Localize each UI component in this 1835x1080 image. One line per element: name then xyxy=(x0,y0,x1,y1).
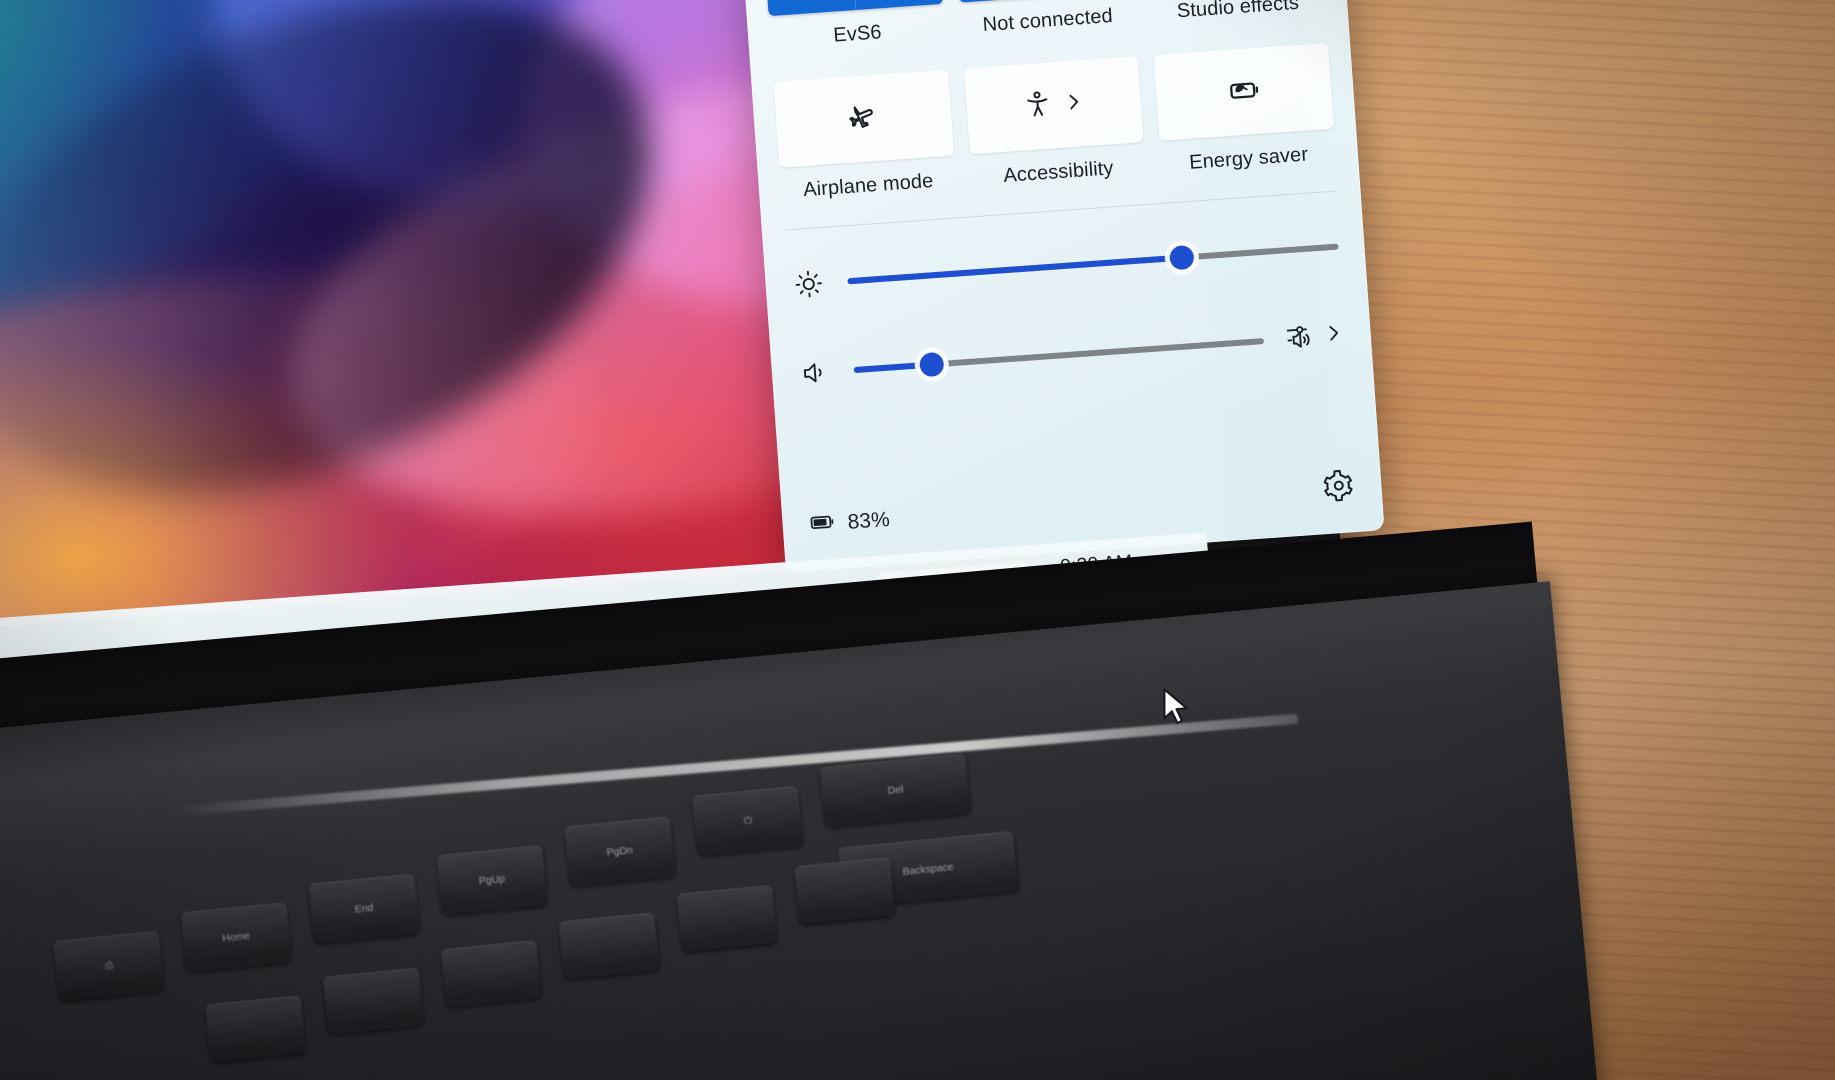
volume-slider[interactable] xyxy=(853,337,1265,377)
bluetooth-label: Not connected xyxy=(981,4,1114,37)
key-page-up[interactable]: PgUp xyxy=(436,845,548,916)
accessibility-label: Accessibility xyxy=(1002,157,1115,187)
tile-airplane-mode: Airplane mode xyxy=(773,69,956,204)
airplane-mode-tile[interactable] xyxy=(773,69,954,168)
key-row2-f[interactable] xyxy=(794,857,896,925)
chevron-right-icon xyxy=(1322,321,1346,349)
volume-thumb[interactable] xyxy=(918,351,945,377)
audio-output-selector[interactable] xyxy=(1285,317,1346,356)
wifi-toggle[interactable] xyxy=(763,0,856,16)
bluetooth-toggle[interactable] xyxy=(953,0,1046,3)
gear-icon[interactable] xyxy=(1321,468,1357,508)
key-row2-b[interactable] xyxy=(322,967,424,1035)
key-end[interactable]: End xyxy=(308,873,420,944)
brightness-icon xyxy=(791,268,827,300)
key-row2-c[interactable] xyxy=(440,940,542,1008)
brightness-slider[interactable] xyxy=(847,243,1339,285)
key-print-screen[interactable]: ⎙ xyxy=(53,930,165,1001)
key-row2-e[interactable] xyxy=(676,884,778,952)
energy-saver-label: Energy saver xyxy=(1188,143,1309,174)
accessibility-tile[interactable] xyxy=(963,56,1144,155)
energy-saver-tile[interactable] xyxy=(1153,42,1335,141)
tile-accessibility: Accessibility xyxy=(963,56,1147,190)
key-row2-d[interactable] xyxy=(558,912,660,980)
tile-studio-effects: Studio effects xyxy=(1143,0,1326,25)
brightness-fill xyxy=(847,254,1182,285)
bluetooth-tile[interactable] xyxy=(952,0,1134,3)
airplane-icon xyxy=(846,99,881,138)
airplane-mode-label: Airplane mode xyxy=(802,170,935,202)
battery-status[interactable]: 83% xyxy=(808,503,891,543)
photo-scene: EvS6 Not connected Studio effects Airpla… xyxy=(0,0,1835,1080)
wifi-tile[interactable] xyxy=(762,0,943,17)
battery-percent: 83% xyxy=(846,507,891,534)
battery-icon xyxy=(808,507,838,543)
brightness-slider-row xyxy=(787,231,1344,300)
studio-effects-label: Studio effects xyxy=(1176,0,1300,23)
energy-saver-icon xyxy=(1226,71,1263,112)
volume-slider-row xyxy=(793,317,1350,391)
key-delete[interactable]: Del xyxy=(819,753,971,828)
mouse-cursor xyxy=(1160,688,1194,735)
wifi-label: EvS6 xyxy=(832,21,883,47)
brightness-thumb[interactable] xyxy=(1168,244,1195,271)
tile-bluetooth: Not connected xyxy=(952,0,1136,39)
tile-energy-saver: Energy saver xyxy=(1153,42,1337,177)
volume-icon xyxy=(797,356,833,388)
audio-output-icon xyxy=(1285,319,1317,356)
quick-settings-panel: EvS6 Not connected Studio effects Airpla… xyxy=(739,0,1385,573)
key-row2-a[interactable] xyxy=(204,995,307,1063)
key-home[interactable]: Home xyxy=(180,902,293,973)
key-power[interactable]: ⏻ xyxy=(691,785,804,856)
wifi-expand-button[interactable] xyxy=(849,0,943,11)
chevron-right-icon xyxy=(1062,90,1086,118)
key-page-down[interactable]: PgDn xyxy=(564,816,676,887)
tile-wifi: EvS6 xyxy=(762,0,946,52)
accessibility-icon xyxy=(1022,88,1054,125)
quick-settings-tile-grid: EvS6 Not connected Studio effects Airpla… xyxy=(762,0,1337,204)
